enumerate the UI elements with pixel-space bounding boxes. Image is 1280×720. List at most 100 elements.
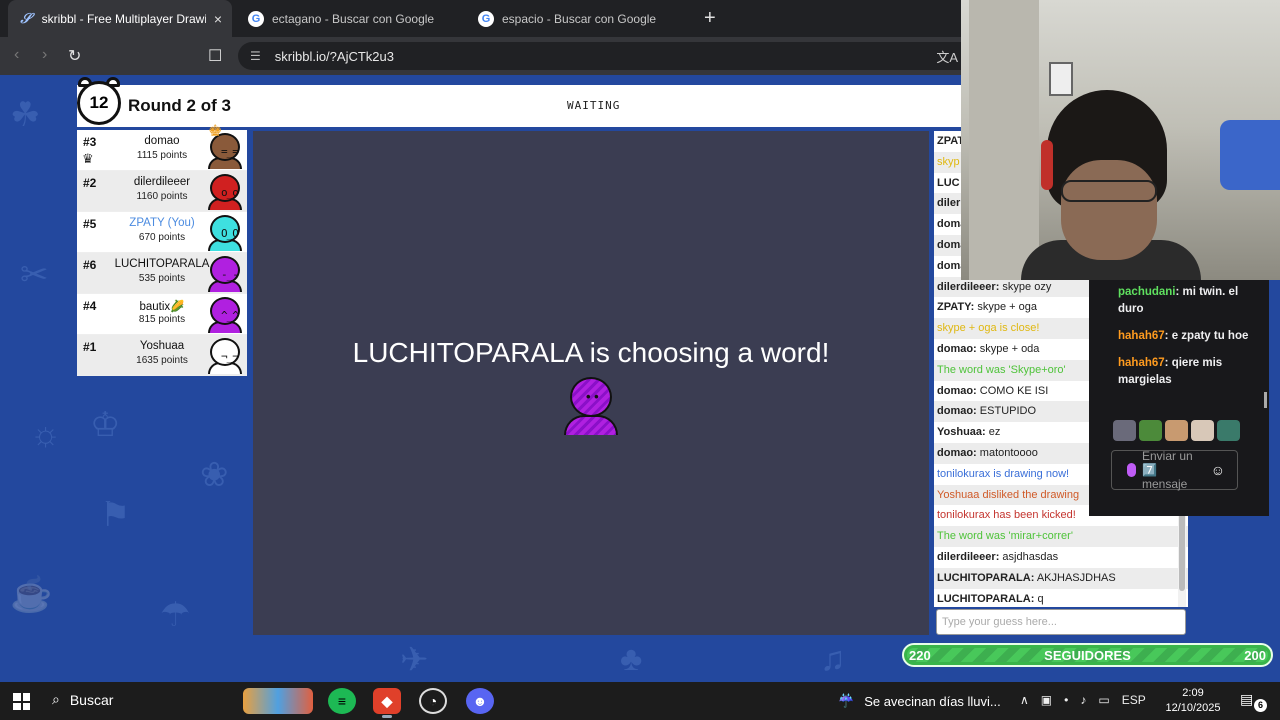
bookmark-icon[interactable]: ☐ bbox=[208, 46, 222, 66]
tab-ectagano[interactable]: G ectagano - Buscar con Google bbox=[238, 0, 462, 37]
emote-icon[interactable] bbox=[1113, 420, 1136, 441]
chevron-up-icon[interactable]: ∧ bbox=[1020, 693, 1029, 707]
player-avatar: -_- bbox=[206, 254, 244, 292]
chat-username: LUC bbox=[937, 176, 960, 189]
clock-date: 12/10/2025 bbox=[1165, 702, 1221, 714]
chat-text: q bbox=[1037, 592, 1044, 605]
app-tray-icon[interactable]: ▣ bbox=[1041, 693, 1052, 707]
chat-username: Yoshuaa: bbox=[937, 426, 986, 439]
url-field[interactable]: ☰ skribbl.io/?AjCTk2u3 文A bbox=[238, 42, 998, 70]
doodle-icon: ☂ bbox=[160, 596, 191, 634]
language-indicator[interactable]: ESP bbox=[1122, 693, 1146, 707]
new-tab-button[interactable]: + bbox=[704, 7, 716, 30]
player-row[interactable]: #2 dilerdileeer 1160 points o_o bbox=[77, 171, 247, 212]
emote-icon[interactable] bbox=[1165, 420, 1188, 441]
webcam-feed bbox=[961, 0, 1280, 280]
microphone-icon[interactable] bbox=[1127, 463, 1136, 477]
weather-widget[interactable]: ☔ Se avecinan días lluvi... bbox=[838, 693, 1001, 709]
doodle-icon: ✈ bbox=[400, 641, 429, 679]
emote-icon[interactable] bbox=[1139, 420, 1162, 441]
player-points: 1635 points bbox=[136, 355, 188, 366]
discord-icon[interactable]: ☻ bbox=[466, 688, 494, 714]
search-highlight-icon[interactable] bbox=[243, 688, 313, 714]
translate-icon[interactable]: 文A bbox=[936, 47, 958, 66]
twitch-username[interactable]: pachudani bbox=[1118, 286, 1176, 298]
taskbar-search-label: Buscar bbox=[69, 691, 114, 708]
tab-espacio[interactable]: G espacio - Buscar con Google bbox=[468, 0, 692, 37]
player-points: 1160 points bbox=[136, 191, 188, 202]
player-row[interactable]: #4 bautix🌽 815 points ^_^ bbox=[77, 294, 247, 335]
tab-title: ectagano - Buscar con Google bbox=[272, 11, 435, 26]
network-icon[interactable]: ▭ bbox=[1098, 693, 1109, 707]
system-tray: ∧ ▣ • ♪ ▭ ESP bbox=[1020, 693, 1146, 707]
player-name: Yoshuaa bbox=[139, 340, 185, 352]
crown-icon: ♛ bbox=[82, 151, 94, 166]
site-info-icon[interactable]: ☰ bbox=[250, 49, 261, 63]
emoji-icon[interactable]: ☺ bbox=[1211, 463, 1225, 477]
player-name: dilerdileeer bbox=[133, 176, 191, 188]
reload-icon[interactable]: ↻ bbox=[68, 46, 81, 66]
umbrella-icon: ☔ bbox=[838, 693, 855, 708]
chat-username: diler bbox=[937, 197, 961, 210]
chat-text: skype + oga bbox=[977, 301, 1037, 314]
taskbar-clock[interactable]: 2:09 12/10/2025 bbox=[1164, 686, 1222, 716]
player-rank: #3 bbox=[83, 135, 97, 149]
emote-icon[interactable] bbox=[1191, 420, 1214, 441]
doodle-icon: ☼ bbox=[30, 415, 62, 453]
chat-username: ZPATY: bbox=[937, 301, 975, 314]
player-list: #3 ♛ domao 1115 points =_= #2 dilerdilee… bbox=[77, 130, 247, 376]
player-avatar: O_O bbox=[206, 213, 244, 251]
chat-message: dilerdileeer: asjdhasdas bbox=[934, 547, 1188, 568]
player-name: ZPATY (You) bbox=[129, 217, 195, 229]
guess-input[interactable] bbox=[936, 609, 1186, 635]
twitch-chat: pachudani: mi twin. el duro hahah67: e z… bbox=[1089, 280, 1269, 516]
chat-text: The word was 'Skype+oro' bbox=[937, 363, 1066, 376]
volume-icon[interactable]: ♪ bbox=[1080, 693, 1086, 707]
doodle-icon: ♣ bbox=[620, 640, 643, 678]
twitch-send-message-input[interactable]: Enviar un 7️⃣ mensaje ☺ bbox=[1111, 449, 1238, 491]
chat-text: asjdhasdas bbox=[1002, 550, 1059, 563]
player-rank: #4 bbox=[83, 299, 97, 313]
player-name: LUCHITOPARALA bbox=[114, 258, 210, 270]
player-avatar: o_o bbox=[206, 172, 244, 210]
chat-text: ESTUPIDO bbox=[979, 405, 1037, 418]
chat-text: skype + oga is close! bbox=[937, 322, 1040, 335]
windows-start-icon[interactable] bbox=[13, 693, 30, 710]
chat-message: LUCHITOPARALA: AKJHASJDHAS bbox=[934, 567, 1188, 589]
twitch-username[interactable]: hahah67 bbox=[1118, 330, 1165, 342]
chat-username: domao: bbox=[937, 384, 977, 397]
doodle-icon: ❀ bbox=[200, 456, 229, 494]
chat-message: The word was 'mirar+correr' bbox=[934, 526, 1188, 547]
obs-icon[interactable]: ◔ bbox=[419, 688, 447, 714]
spotify-icon[interactable]: ≡ bbox=[328, 688, 356, 714]
followers-label: SEGUIDORES bbox=[1044, 647, 1131, 663]
player-row[interactable]: #5 ZPATY (You) 670 points O_O bbox=[77, 212, 247, 253]
chat-text: The word was 'mirar+correr' bbox=[937, 530, 1073, 543]
player-row[interactable]: #1 Yoshuaa 1635 points ¬_¬ bbox=[77, 335, 247, 376]
player-rank: #1 bbox=[83, 340, 97, 354]
notification-count: 6 bbox=[1254, 699, 1267, 712]
google-favicon-icon: G bbox=[248, 10, 264, 27]
forward-icon[interactable]: › bbox=[42, 46, 47, 64]
taskbar-search[interactable]: ⌕ Buscar bbox=[52, 691, 113, 708]
twitch-username[interactable]: hahah67 bbox=[1118, 357, 1165, 369]
tab-skribbl[interactable]: 𝒮 skribbl - Free Multiplayer Drawin × bbox=[8, 0, 232, 37]
back-icon[interactable]: ‹ bbox=[14, 46, 19, 64]
windows-taskbar: ⌕ Buscar ≡ ◆ ◔ ☻ ☔ Se avecinan días lluv… bbox=[0, 682, 1280, 720]
doodle-icon: ☕ bbox=[10, 576, 53, 614]
url-text: skribbl.io/?AjCTk2u3 bbox=[274, 48, 394, 64]
chat-text: tonilokurax has been kicked! bbox=[937, 509, 1076, 522]
notification-icon[interactable]: ▤ 6 bbox=[1240, 691, 1267, 712]
twitch-scrollbar[interactable] bbox=[1264, 392, 1267, 408]
chat-username: LUCHITOPARALA: bbox=[937, 571, 1035, 584]
emote-icon[interactable] bbox=[1217, 420, 1240, 441]
microphone-icon[interactable]: • bbox=[1064, 693, 1068, 707]
close-tab-icon[interactable]: × bbox=[214, 11, 222, 27]
drawing-canvas[interactable]: LUCHITOPARALA is choosing a word! • • bbox=[253, 131, 929, 635]
drawer-avatar: • • bbox=[564, 377, 618, 435]
player-row[interactable]: #6 LUCHITOPARALA 535 points -_- bbox=[77, 253, 247, 294]
brave-icon[interactable]: ◆ bbox=[373, 688, 401, 718]
skribbl-favicon-icon: 𝒮 bbox=[20, 10, 32, 27]
chat-username: domao: bbox=[937, 342, 977, 355]
player-points: 1115 points bbox=[136, 150, 188, 161]
